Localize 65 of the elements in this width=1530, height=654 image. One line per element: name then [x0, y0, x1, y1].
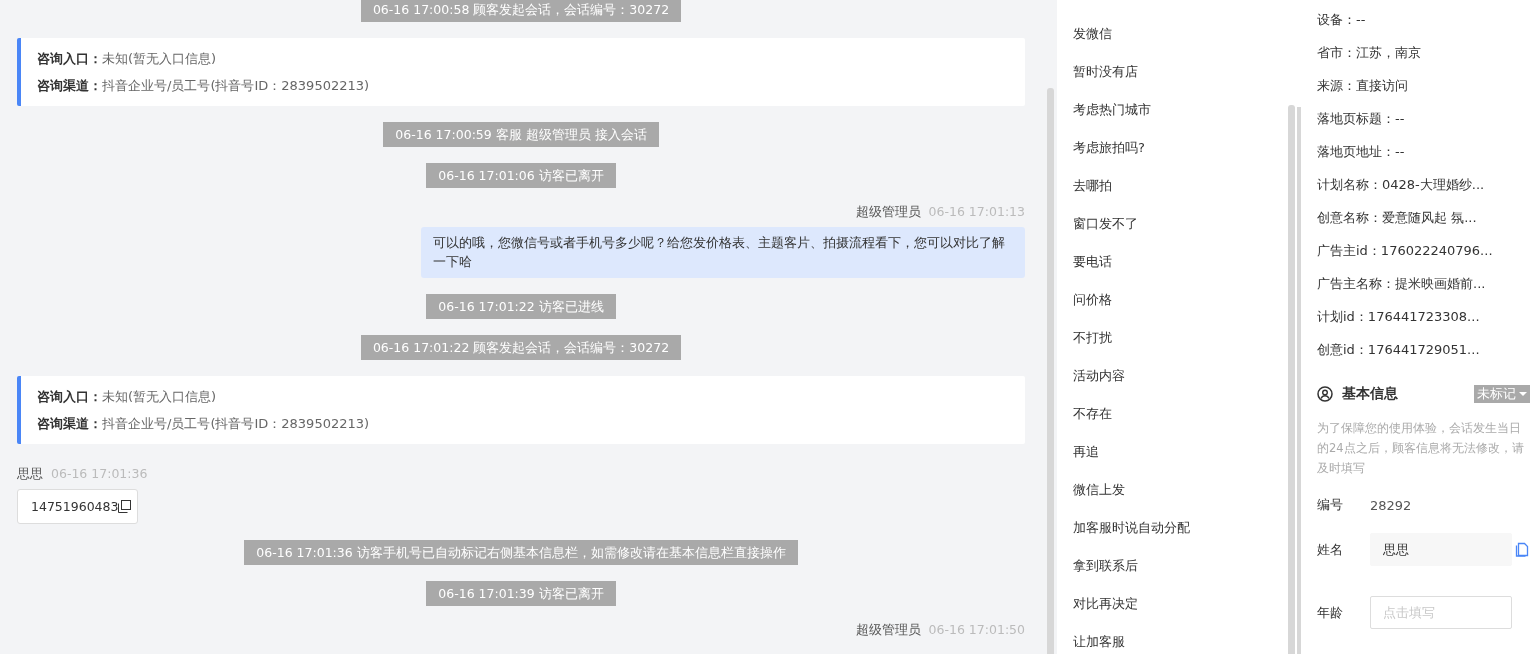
- field-value: 28292: [1370, 497, 1412, 513]
- visitor-info-item: 计划id：176441723308...: [1317, 308, 1481, 326]
- section-title: 基本信息: [1342, 385, 1398, 403]
- message-time: 06-16 17:01:13: [928, 204, 1025, 220]
- visitor-info-item: 广告主名称：提米映画婚前...: [1317, 275, 1487, 293]
- sender-name: 思思: [17, 466, 43, 482]
- document-icon[interactable]: [1515, 542, 1529, 557]
- system-notice: 06-16 17:01:36 访客手机号已自动标记右侧基本信息栏，如需修改请在基本信息栏直接操作: [244, 540, 798, 565]
- system-notice: 06-16 17:01:22 访客已进线: [426, 294, 616, 319]
- quick-reply-item[interactable]: 加客服时说自动分配: [1073, 509, 1297, 547]
- visitor-info-item: 来源：直接访问: [1317, 77, 1409, 95]
- system-notice: 06-16 17:00:58 顾客发起会话，会话编号：30272: [360, 0, 682, 22]
- system-notice: 06-16 17:01:06 访客已离开: [426, 163, 616, 188]
- copy-icon[interactable]: [118, 500, 132, 513]
- field-label: 编号: [1317, 496, 1344, 514]
- quick-reply-item[interactable]: 不存在: [1073, 395, 1297, 433]
- system-notice: 06-16 17:00:59 客服 超级管理员 接入会话: [383, 122, 659, 147]
- visitor-info-item: 计划名称：0428-大理婚纱...: [1317, 176, 1486, 194]
- quick-reply-item[interactable]: 再追: [1073, 433, 1297, 471]
- channel-label: 咨询渠道：: [37, 416, 102, 431]
- quick-reply-item[interactable]: 微信上发: [1073, 471, 1297, 509]
- field-label: 年龄: [1317, 603, 1344, 622]
- quick-reply-item[interactable]: 发微信: [1073, 15, 1297, 53]
- scrollbar[interactable]: [1297, 107, 1301, 654]
- message-time: 06-16 17:01:36: [51, 466, 148, 482]
- visitor-info-item: 落地页地址：--: [1317, 143, 1406, 161]
- sender-name: 超级管理员: [855, 204, 921, 220]
- quick-reply-item[interactable]: 暂时没有店: [1073, 53, 1297, 91]
- message-time: 06-16 17:01:50: [928, 622, 1025, 638]
- field-label: 姓名: [1317, 540, 1344, 559]
- system-notice: 06-16 17:01:22 顾客发起会话，会话编号：30272: [360, 335, 682, 360]
- visitor-info-item: 创意名称：爱意随风起 氛...: [1317, 209, 1478, 227]
- entry-value: 未知(暂无入口信息): [102, 51, 217, 66]
- visitor-info-item: 省市：江苏，南京: [1317, 44, 1422, 62]
- notice-text: 为了保障您的使用体验，会话发生当日的24点之后，顾客信息将无法修改，请及时填写: [1317, 420, 1525, 477]
- channel-value: 抖音企业号/员工号(抖音号ID：2839502213): [102, 416, 370, 431]
- entry-label: 咨询入口：: [37, 51, 102, 66]
- channel-label: 咨询渠道：: [37, 78, 102, 93]
- entry-value: 未知(暂无入口信息): [102, 389, 217, 404]
- quick-reply-item[interactable]: 考虑热门城市: [1073, 91, 1297, 129]
- quick-reply-item[interactable]: 拿到联系后: [1073, 547, 1297, 585]
- visitor-info-item: 创意id：176441729051...: [1317, 341, 1481, 359]
- visitor-info-item: 设备：--: [1317, 11, 1367, 29]
- quick-reply-item[interactable]: 去哪拍: [1073, 167, 1297, 205]
- quick-reply-item[interactable]: 窗口发不了: [1073, 205, 1297, 243]
- quick-reply-item[interactable]: 考虑旅拍吗?: [1073, 129, 1297, 167]
- sender-name: 超级管理员: [855, 622, 921, 638]
- channel-value: 抖音企业号/员工号(抖音号ID：2839502213): [102, 78, 370, 93]
- quick-reply-item[interactable]: 让加客服: [1073, 623, 1297, 654]
- scrollbar[interactable]: [1288, 105, 1295, 654]
- scrollbar[interactable]: [1047, 88, 1054, 654]
- system-notice: 06-16 17:01:39 访客已离开: [426, 581, 616, 606]
- quick-reply-item[interactable]: 问价格: [1073, 281, 1297, 319]
- input-field[interactable]: 思思: [1370, 533, 1512, 566]
- message-bubble: 可以的哦，您微信号或者手机号多少呢？给您发价格表、主题客片、拍摄流程看下，您可以对比了解一下哈: [421, 227, 1025, 278]
- caret-icon: [1519, 392, 1527, 396]
- user-icon: [1317, 386, 1333, 402]
- quick-reply-item[interactable]: 要电话: [1073, 243, 1297, 281]
- quick-reply-item[interactable]: 对比再决定: [1073, 585, 1297, 623]
- visitor-info-item: 广告主id：176022240796...: [1317, 242, 1494, 260]
- entry-label: 咨询入口：: [37, 389, 102, 404]
- quick-reply-item[interactable]: 活动内容: [1073, 357, 1297, 395]
- visitor-info-item: 落地页标题：--: [1317, 110, 1406, 128]
- message-text: 14751960483: [31, 499, 119, 514]
- quick-reply-item[interactable]: 不打扰: [1073, 319, 1297, 357]
